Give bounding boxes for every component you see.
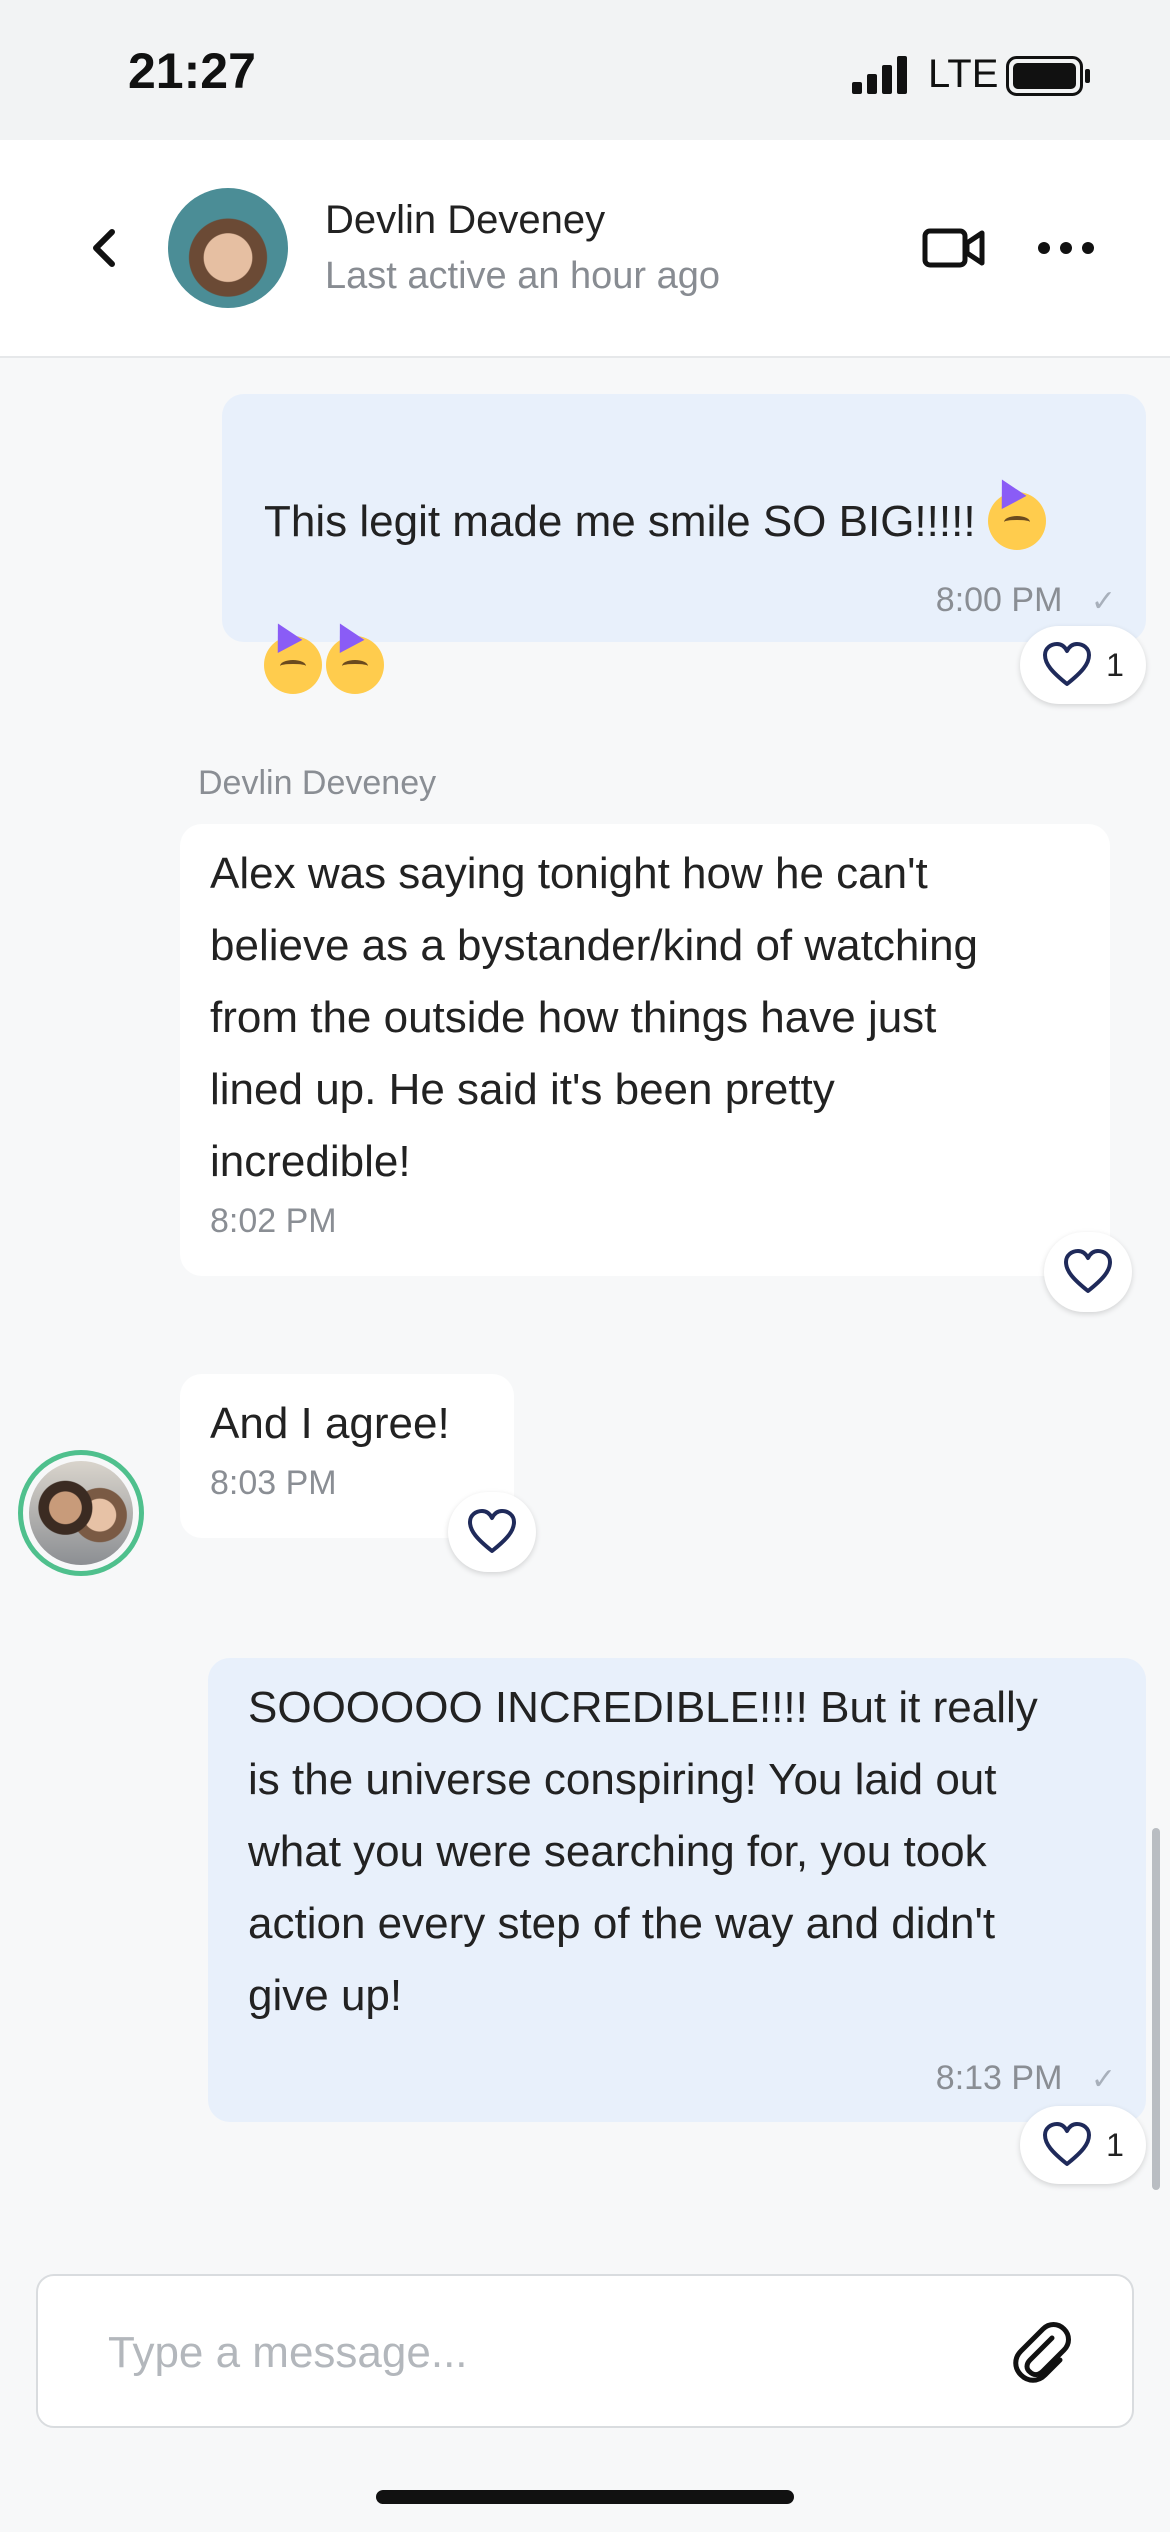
like-count: 1 <box>1106 646 1124 683</box>
message-time: 8:02 PM <box>210 1202 337 1240</box>
heart-icon <box>1043 642 1092 686</box>
check-icon: ✓ <box>1090 585 1116 618</box>
sender-avatar-image <box>29 1461 133 1565</box>
home-indicator[interactable] <box>376 2490 794 2504</box>
contact-name[interactable]: Devlin Deveney <box>325 198 605 243</box>
message-text: And I agree! <box>210 1399 450 1448</box>
sender-avatar[interactable] <box>18 1450 144 1576</box>
message-composer <box>36 2274 1134 2428</box>
like-count: 1 <box>1106 2126 1124 2163</box>
sender-name: Devlin Deveney <box>198 764 437 802</box>
scrollbar[interactable] <box>1152 1828 1160 2190</box>
message-bubble-outgoing[interactable]: This legit made me smile SO BIG!!!!! 8:0… <box>222 394 1146 695</box>
status-time: 21:27 <box>128 43 256 99</box>
paperclip-icon[interactable] <box>1006 2316 1076 2386</box>
more-horizontal-icon[interactable] <box>1036 240 1096 256</box>
partying-face-emoji <box>987 492 1046 551</box>
message-list[interactable]: This legit made me smile SO BIG!!!!! 8:0… <box>0 358 1170 2258</box>
message-time: 8:13 PM <box>935 2059 1063 2097</box>
message-text: This legit made me smile SO BIG!!!!! <box>264 414 1104 702</box>
message-text-content: This legit made me smile SO BIG!!!!! <box>264 497 988 546</box>
network-label: LTE <box>928 52 999 96</box>
heart-icon <box>468 1509 516 1553</box>
like-button[interactable] <box>448 1492 536 1572</box>
message-time: 8:03 PM <box>210 1464 337 1502</box>
battery-icon <box>1006 56 1090 96</box>
message-text: Alex was saying tonight how he can't bel… <box>210 849 979 1186</box>
check-icon: ✓ <box>1090 2063 1116 2096</box>
contact-avatar[interactable] <box>168 188 288 308</box>
partying-face-emoji <box>326 636 384 695</box>
like-button[interactable]: 1 <box>1020 2106 1146 2184</box>
partying-face-emoji <box>264 636 322 695</box>
like-button[interactable]: 1 <box>1020 626 1146 704</box>
heart-icon <box>1043 2122 1092 2166</box>
chevron-left-icon[interactable] <box>80 220 128 276</box>
chat-header: Devlin Deveney Last active an hour ago <box>0 140 1170 358</box>
message-bubble-incoming[interactable]: Alex was saying tonight how he can't bel… <box>180 824 1110 1276</box>
video-camera-icon[interactable] <box>922 226 986 270</box>
message-time: 8:00 PM <box>935 581 1063 619</box>
status-bar: 21:27 LTE <box>0 0 1170 140</box>
last-active-status: Last active an hour ago <box>325 255 721 297</box>
signal-icon <box>852 56 907 94</box>
message-bubble-outgoing[interactable]: SOOOOOO INCREDIBLE!!!! But it really is … <box>208 1658 1146 2122</box>
like-button[interactable] <box>1044 1232 1132 1312</box>
message-input[interactable] <box>106 2324 970 2382</box>
heart-icon <box>1064 1249 1112 1293</box>
message-text: SOOOOOO INCREDIBLE!!!! But it really is … <box>248 1683 1038 2020</box>
